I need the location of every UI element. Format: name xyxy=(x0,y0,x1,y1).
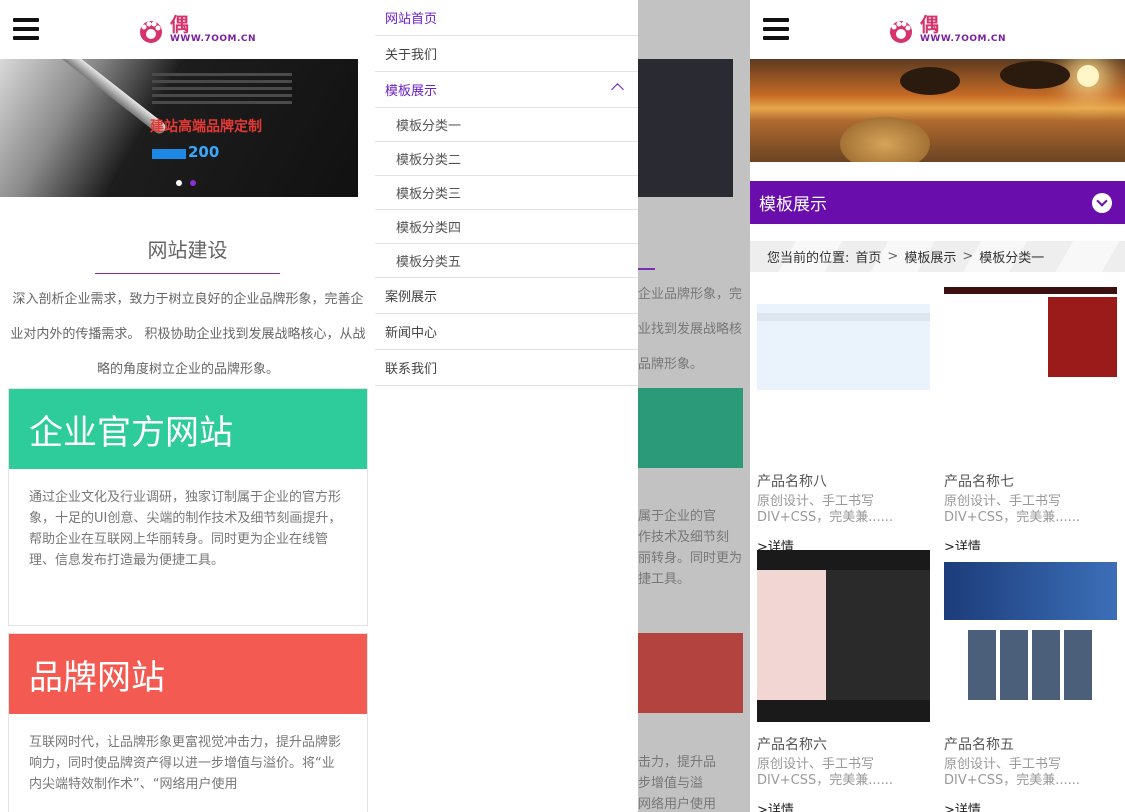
product-description: 原创设计、手工书写DIV+CSS，完美兼...... xyxy=(757,757,894,788)
paw-logo-icon xyxy=(890,21,912,43)
paw-logo-icon xyxy=(140,21,162,43)
carousel-dot-active[interactable] xyxy=(190,180,196,186)
dimmed-text: 网络用户使用 xyxy=(638,797,717,812)
product-name[interactable]: 产品名称七 xyxy=(944,471,1117,491)
category-header[interactable]: 模板展示 xyxy=(750,181,1125,224)
submenu-item-category-5[interactable]: 模板分类五 xyxy=(375,244,638,278)
product-detail-link[interactable]: >详情 xyxy=(757,799,930,812)
product-name[interactable]: 产品名称八 xyxy=(757,471,930,491)
dimmed-text: 步增值与溢 xyxy=(638,776,704,791)
service-card[interactable]: 企业官方网站 通过企业文化及行业调研，独家订制属于企业的官方形象，十足的UI创意… xyxy=(8,388,368,626)
product-card[interactable]: 产品名称八 原创设计、手工书写DIV+CSS，完美兼...... >详情 xyxy=(757,287,930,555)
chevron-down-icon[interactable] xyxy=(1092,193,1112,213)
banner-button xyxy=(152,149,186,159)
sun-image xyxy=(1077,65,1099,87)
service-card-title: 企业官方网站 xyxy=(9,389,367,469)
menu-item-cases[interactable]: 案例展示 xyxy=(375,278,638,314)
submenu-item-category-2[interactable]: 模板分类二 xyxy=(375,142,638,176)
product-thumbnail[interactable] xyxy=(944,550,1117,722)
dimmed-text: 业找到发展战略核 xyxy=(638,322,743,337)
dimmed-text: 作技术及细节刻 xyxy=(638,530,730,545)
dimmed-text: 捷工具。 xyxy=(638,572,691,587)
dimmed-card-header xyxy=(638,388,743,468)
sunset-field-banner xyxy=(750,59,1125,162)
dimmed-text: 击力，提升品 xyxy=(638,755,717,770)
breadcrumb: 您当前的位置: 首页 > 模板展示 > 模板分类一 xyxy=(750,241,1125,272)
product-name[interactable]: 产品名称五 xyxy=(944,734,1117,754)
hero-banner[interactable]: 建站高端品牌定制 200 xyxy=(0,59,358,197)
submenu-item-category-4[interactable]: 模板分类四 xyxy=(375,210,638,244)
hay-bale-image xyxy=(840,117,930,162)
dimmed-text: 属于企业的官 xyxy=(638,509,717,524)
submenu-item-category-1[interactable]: 模板分类一 xyxy=(375,108,638,142)
dimmed-text: 丽转身。同时更为 xyxy=(638,551,743,566)
service-card-body: 通过企业文化及行业调研，独家订制属于企业的官方形象，十足的UI创意、尖端的制作技… xyxy=(29,490,342,568)
pen-image xyxy=(42,59,168,136)
breadcrumb-level2[interactable]: 模板分类一 xyxy=(979,247,1044,266)
product-card[interactable]: 产品名称五 原创设计、手工书写DIV+CSS，完美兼...... >详情 xyxy=(944,550,1117,812)
carousel-dots xyxy=(176,180,196,186)
product-name[interactable]: 产品名称六 xyxy=(757,734,930,754)
banner-fineprint xyxy=(152,73,292,108)
menu-item-news[interactable]: 新闻中心 xyxy=(375,314,638,350)
menu-item-about[interactable]: 关于我们 xyxy=(375,36,638,72)
dimmed-card-header xyxy=(638,633,743,713)
logo-url: WWW.7OOM.CN xyxy=(170,34,257,44)
breadcrumb-separator: > xyxy=(962,249,974,264)
tree-image xyxy=(1000,61,1070,89)
section-intro: 深入剖析企业需求，致力于树立良好的企业品牌形象，完善企业对内外的传播需求。 积极… xyxy=(10,292,366,377)
product-thumbnail[interactable] xyxy=(944,287,1117,459)
site-logo[interactable]: 偶 WWW.7OOM.CN xyxy=(886,12,1006,48)
menu-item-templates[interactable]: 模板展示 xyxy=(375,72,638,108)
submenu-item-category-3[interactable]: 模板分类三 xyxy=(375,176,638,210)
banner-number: 200 xyxy=(188,143,220,161)
dimmed-text: 企业品牌形象，完 xyxy=(638,287,743,302)
section-title: 网站建设 xyxy=(95,234,280,274)
drawer-menu: 网站首页 关于我们 模板展示 模板分类一 模板分类二 模板分类三 模板分类四 模… xyxy=(375,0,638,812)
breadcrumb-home[interactable]: 首页 xyxy=(855,247,881,266)
chevron-up-icon[interactable] xyxy=(611,83,624,96)
service-card-body: 互联网时代，让品牌形象更富视觉冲击力，提升品牌影响力，同时使品牌资产得以进一步增… xyxy=(29,735,342,792)
logo-url: WWW.7OOM.CN xyxy=(920,34,1007,44)
product-detail-link[interactable]: >详情 xyxy=(944,799,1117,812)
menu-item-contact[interactable]: 联系我们 xyxy=(375,350,638,386)
menu-item-label: 模板展示 xyxy=(385,84,438,99)
carousel-dot[interactable] xyxy=(176,180,182,186)
product-thumbnail[interactable] xyxy=(757,550,930,722)
breadcrumb-level1[interactable]: 模板展示 xyxy=(904,247,956,266)
category-title: 模板展示 xyxy=(759,195,827,215)
template-list-panel: 偶 WWW.7OOM.CN 模板展示 您当前的位置: 首页 > 模板展示 > 模板… xyxy=(750,0,1125,812)
home-page-panel: 偶 WWW.7OOM.CN 建站高端品牌定制 200 网站建设 深入剖析企业需求，… xyxy=(0,0,375,812)
menu-toggle-button[interactable] xyxy=(13,18,39,40)
product-description: 原创设计、手工书写DIV+CSS，完美兼...... xyxy=(757,494,894,525)
dimmed-text: 品牌形象。 xyxy=(638,357,704,372)
product-card[interactable]: 产品名称七 原创设计、手工书写DIV+CSS，完美兼...... >详情 xyxy=(944,287,1117,555)
product-description: 原创设计、手工书写DIV+CSS，完美兼...... xyxy=(944,494,1081,525)
dimmed-underline xyxy=(638,268,655,270)
dimmed-banner xyxy=(638,59,733,197)
product-card[interactable]: 产品名称六 原创设计、手工书写DIV+CSS，完美兼...... >详情 xyxy=(757,550,930,812)
tree-image xyxy=(900,67,960,95)
site-logo[interactable]: 偶 WWW.7OOM.CN xyxy=(136,12,256,48)
logo-text: 偶 xyxy=(170,14,191,36)
menu-toggle-button[interactable] xyxy=(763,18,789,40)
menu-item-home[interactable]: 网站首页 xyxy=(375,0,638,36)
breadcrumb-prefix: 您当前的位置: xyxy=(767,251,850,266)
service-card[interactable]: 品牌网站 互联网时代，让品牌形象更富视觉冲击力，提升品牌影响力，同时使品牌资产得… xyxy=(8,633,368,812)
breadcrumb-separator: > xyxy=(887,249,899,264)
banner-headline: 建站高端品牌定制 xyxy=(150,119,262,135)
product-thumbnail[interactable] xyxy=(757,287,930,459)
logo-text: 偶 xyxy=(920,14,941,36)
service-card-title: 品牌网站 xyxy=(9,634,367,714)
product-description: 原创设计、手工书写DIV+CSS，完美兼...... xyxy=(944,757,1081,788)
